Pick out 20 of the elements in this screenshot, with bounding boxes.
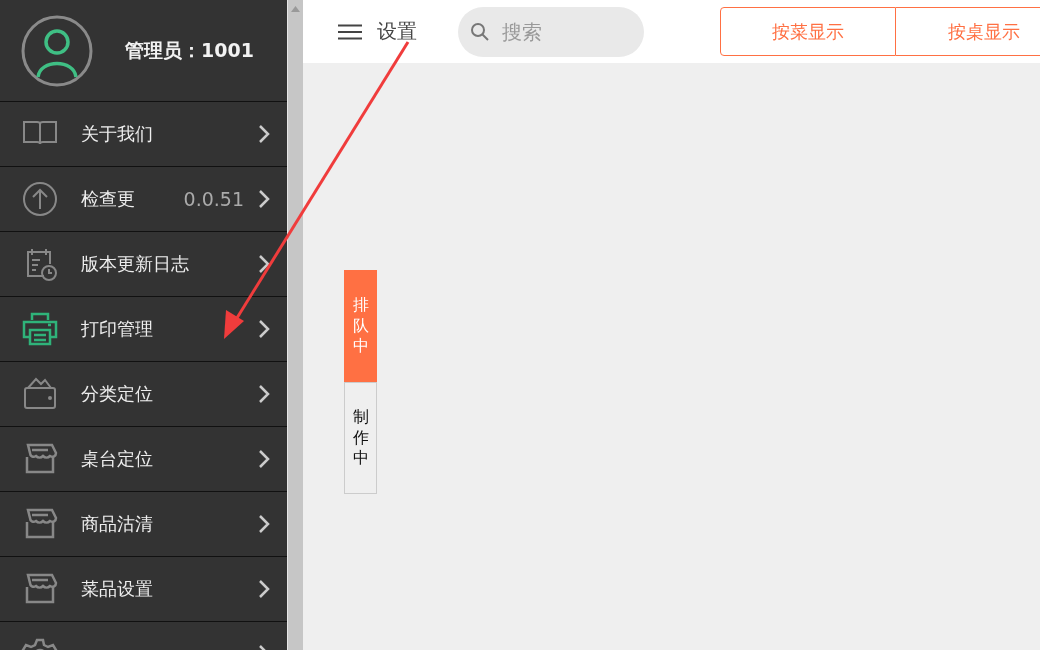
menu-label: 检查更 (81, 187, 136, 211)
menu-item[interactable]: 桌台定位 (0, 427, 287, 492)
menu-item[interactable]: 菜品设置 (0, 557, 287, 622)
menu-label: 打印管理 (81, 317, 154, 341)
menu-label: 关于我们 (81, 122, 154, 146)
menu-label: 分类定位 (81, 382, 154, 406)
version-text: 0.0.51 (183, 188, 244, 210)
search-field[interactable]: 搜索 (458, 6, 644, 57)
menu-item[interactable]: 分类定位 (0, 362, 287, 427)
menu-label: 菜品设置 (81, 577, 154, 601)
menu-item[interactable]: 版本更新日志 (0, 232, 287, 297)
menu-item[interactable]: 检查更 0.0.51 (0, 167, 287, 232)
user-name: 管理员：1001 (125, 37, 254, 63)
status-tab[interactable]: 制作中 (344, 382, 377, 494)
page-title: 设置 (377, 18, 417, 45)
menu-label: 商品沽清 (81, 512, 154, 536)
menu-item[interactable]: 关于我们 (0, 102, 287, 167)
menu-label: 桌台定位 (81, 447, 154, 471)
menu-item[interactable]: 商品沽清 (0, 492, 287, 557)
menu-label: 版本更新日志 (81, 252, 190, 276)
